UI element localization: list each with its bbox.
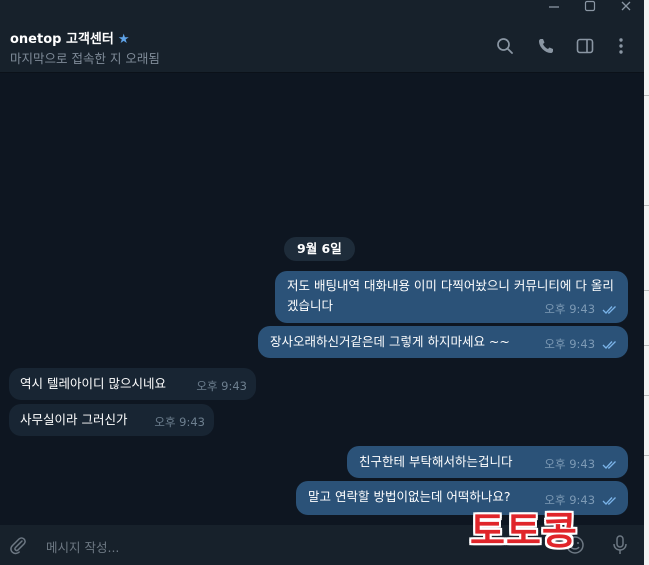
message-meta: 오후 9:43 xyxy=(544,454,620,474)
message-bubble-outgoing[interactable]: 저도 배팅내역 대화내용 이미 다찍어놨으니 커뮤니티에 다 올리겠습니다 오후… xyxy=(275,271,628,323)
message-input[interactable]: 메시지 작성... xyxy=(46,537,119,556)
message-time: 오후 9:43 xyxy=(544,337,596,351)
double-check-icon xyxy=(602,305,616,314)
sidebar-toggle-icon[interactable] xyxy=(575,36,595,56)
minimize-icon[interactable] xyxy=(540,0,568,18)
chat-title[interactable]: onetop 고객센터 ★ xyxy=(10,28,129,47)
message-meta: 오후 9:43 xyxy=(544,334,620,354)
message-text: 역시 텔레아이디 많으시네요 xyxy=(20,376,166,391)
watermark-logo: 토토콩 xyxy=(470,509,578,553)
message-time: 오후 9:43 xyxy=(544,457,596,471)
chat-status: 마지막으로 접속한 지 오래됨 xyxy=(10,51,160,66)
message-bubble-outgoing[interactable]: 장사오래하신거같은데 그렇게 하지마세요 ~~ 오후 9:43 xyxy=(258,326,628,358)
microphone-icon[interactable] xyxy=(610,534,630,556)
double-check-icon xyxy=(602,460,616,469)
message-text: 사무실이라 그러신가 xyxy=(20,412,128,427)
message-bubble-incoming[interactable]: 사무실이라 그러신가 오후 9:43 xyxy=(9,404,214,436)
search-icon[interactable] xyxy=(495,36,515,56)
message-time: 오후 9:43 xyxy=(196,379,247,393)
message-text: 친구한테 부탁해서하는겁니다 xyxy=(359,454,513,469)
star-icon: ★ xyxy=(117,32,130,47)
message-time: 오후 9:43 xyxy=(544,302,596,316)
phone-icon[interactable] xyxy=(536,36,556,56)
message-list[interactable]: 9월 6일 저도 배팅내역 대화내용 이미 다찍어놨으니 커뮤니티에 다 올리겠… xyxy=(0,73,644,525)
window-titlebar xyxy=(0,0,644,18)
maximize-icon[interactable] xyxy=(576,0,604,18)
chat-header: onetop 고객센터 ★ 마지막으로 접속한 지 오래됨 xyxy=(0,18,644,73)
double-check-icon xyxy=(602,496,616,505)
message-text: 장사오래하신거같은데 그렇게 하지마세요 ~~ xyxy=(270,334,510,349)
chat-title-text: onetop 고객센터 xyxy=(10,32,114,47)
message-bubble-outgoing[interactable]: 말고 연락할 방법이없는데 어떡하나요? 오후 9:43 xyxy=(296,481,628,515)
double-check-icon xyxy=(602,340,616,349)
message-bubble-outgoing[interactable]: 친구한테 부탁해서하는겁니다 오후 9:43 xyxy=(347,446,628,478)
date-separator: 9월 6일 xyxy=(284,237,355,261)
close-icon[interactable] xyxy=(612,0,640,18)
message-bubble-incoming[interactable]: 역시 텔레아이디 많으시네요 오후 9:43 xyxy=(9,368,256,400)
more-icon[interactable] xyxy=(611,36,631,56)
background-window-edge xyxy=(644,0,649,565)
message-meta: 오후 9:43 xyxy=(544,299,620,319)
message-time: 오후 9:43 xyxy=(154,415,205,429)
attach-icon[interactable] xyxy=(8,535,28,555)
